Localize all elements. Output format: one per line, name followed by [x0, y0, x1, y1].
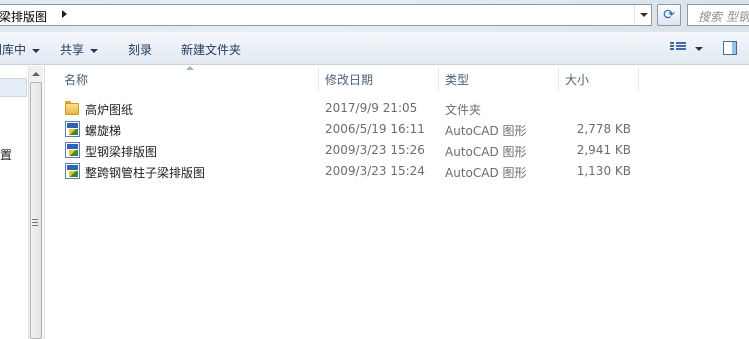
- file-type: 文件夹: [445, 103, 482, 117]
- file-type: AutoCAD 图形: [445, 124, 527, 138]
- column-divider[interactable]: [438, 66, 439, 91]
- file-size: 1,130 KB: [576, 164, 631, 178]
- include-in-library-label: 含到库中: [0, 43, 27, 57]
- column-divider[interactable]: [638, 66, 639, 91]
- autocad-file-icon: [65, 163, 80, 179]
- view-options-chevron-icon[interactable]: [695, 47, 703, 51]
- nav-selected-item[interactable]: [0, 78, 27, 97]
- refresh-icon: ⟳: [663, 7, 675, 23]
- file-modified: 2009/3/23 15:24: [325, 164, 425, 178]
- file-name: 高炉图纸: [85, 103, 134, 117]
- include-in-library-button[interactable]: 含到库中: [0, 41, 41, 58]
- column-divider[interactable]: [558, 66, 559, 91]
- scrollbar-grip-icon: [32, 219, 38, 226]
- search-placeholder: 搜索 型钢: [698, 10, 749, 24]
- burn-label: 刻录: [128, 43, 153, 57]
- address-bar[interactable]: 钢梁排版图: [0, 4, 652, 26]
- column-header-modified[interactable]: 修改日期: [325, 71, 373, 88]
- file-row[interactable]: 螺旋梯 2006/5/19 16:11 AutoCAD 图形 2,778 KB: [46, 119, 746, 140]
- search-input[interactable]: 搜索 型钢: [687, 4, 749, 26]
- autocad-file-icon: [65, 121, 80, 137]
- share-label: 共享: [60, 43, 85, 57]
- file-modified: 2017/9/9 21:05: [325, 101, 418, 115]
- chevron-down-icon: [32, 48, 41, 53]
- folder-icon: [65, 101, 79, 115]
- file-size: 2,941 KB: [576, 143, 631, 157]
- scrollbar-thumb[interactable]: [30, 82, 42, 339]
- file-modified: 2009/3/23 15:26: [325, 143, 425, 157]
- column-divider[interactable]: [318, 66, 319, 91]
- share-button[interactable]: 共享: [60, 41, 99, 58]
- column-header-type[interactable]: 类型: [445, 71, 469, 88]
- autocad-file-icon: [65, 142, 80, 158]
- new-folder-button[interactable]: 新建文件夹: [181, 41, 241, 58]
- breadcrumb-current-folder[interactable]: 钢梁排版图: [0, 8, 47, 25]
- file-row[interactable]: 整跨钢管柱子梁排版图 2009/3/23 15:24 AutoCAD 图形 1,…: [46, 161, 746, 182]
- file-type: AutoCAD 图形: [445, 166, 527, 180]
- file-type: AutoCAD 图形: [445, 145, 527, 159]
- refresh-button[interactable]: ⟳: [657, 4, 681, 26]
- file-name: 螺旋梯: [85, 124, 122, 138]
- command-toolbar: 含到库中 共享 刻录 新建文件夹: [0, 32, 749, 65]
- file-name: 型钢梁排版图: [85, 145, 158, 159]
- file-size: 2,778 KB: [576, 122, 631, 136]
- file-row-folder[interactable]: 高炉图纸 2017/9/9 21:05 文件夹: [46, 98, 746, 119]
- column-header-name[interactable]: 名称: [64, 71, 88, 88]
- column-header-row: 名称 修改日期 类型 大小: [46, 66, 749, 91]
- breadcrumb-chevron-icon[interactable]: [62, 10, 67, 18]
- address-history-dropdown-icon[interactable]: [634, 5, 652, 25]
- chevron-down-icon: [90, 48, 99, 53]
- preview-pane-icon[interactable]: [723, 41, 737, 55]
- file-name: 整跨钢管柱子梁排版图: [85, 166, 206, 180]
- pane-divider[interactable]: [44, 66, 45, 339]
- scroll-up-arrow-icon[interactable]: [32, 72, 40, 76]
- navigation-pane: 置: [0, 66, 44, 339]
- sort-ascending-icon: [186, 66, 194, 70]
- burn-button[interactable]: 刻录: [128, 41, 152, 58]
- address-bar-area: 钢梁排版图 ⟳ 搜索 型钢: [0, 0, 749, 32]
- new-folder-label: 新建文件夹: [181, 43, 242, 57]
- column-header-size[interactable]: 大小: [565, 71, 589, 88]
- nav-scrollbar[interactable]: [28, 66, 43, 339]
- nav-item-label[interactable]: 置: [0, 146, 12, 163]
- file-modified: 2006/5/19 16:11: [325, 122, 425, 136]
- file-row[interactable]: 型钢梁排版图 2009/3/23 15:26 AutoCAD 图形 2,941 …: [46, 140, 746, 161]
- change-view-icon[interactable]: [670, 42, 686, 54]
